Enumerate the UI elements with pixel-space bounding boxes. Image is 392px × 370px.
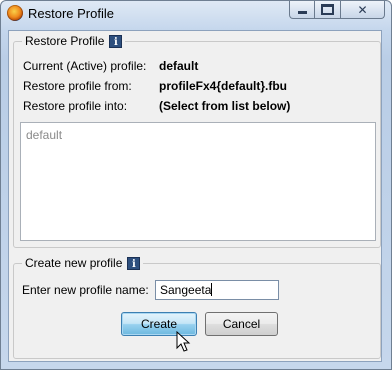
info-icon[interactable]: i: [127, 256, 141, 270]
title-bar[interactable]: Restore Profile ✕: [1, 1, 391, 27]
firefox-icon: [7, 5, 23, 21]
restore-into-label: Restore profile into:: [23, 99, 128, 113]
close-button[interactable]: ✕: [341, 1, 385, 19]
text-caret: [211, 283, 213, 296]
restore-profile-window: Restore Profile ✕ Restore Profile i Curr…: [0, 0, 392, 370]
create-profile-legend: Create new profile i: [22, 256, 144, 270]
profile-listbox[interactable]: default: [20, 122, 376, 241]
window-controls: ✕: [289, 1, 385, 19]
minimize-icon: [297, 11, 307, 14]
new-profile-name-value: Sangeeta: [160, 283, 212, 297]
current-profile-label: Current (Active) profile:: [23, 59, 147, 73]
restore-from-label: Restore profile from:: [23, 79, 132, 93]
restore-profile-legend: Restore Profile i: [22, 34, 126, 48]
minimize-button[interactable]: [289, 1, 315, 19]
new-profile-name-input[interactable]: Sangeeta: [155, 280, 279, 300]
info-icon[interactable]: i: [109, 34, 123, 48]
restore-into-value: (Select from list below): [159, 99, 291, 113]
maximize-button[interactable]: [315, 1, 341, 19]
list-item[interactable]: default: [26, 128, 62, 142]
current-profile-value: default: [159, 59, 199, 73]
restore-profile-group: Restore Profile i Current (Active) profi…: [13, 34, 381, 248]
mouse-cursor-icon: [176, 331, 191, 352]
restore-profile-legend-text: Restore Profile: [25, 34, 105, 48]
restore-from-value: profileFx4{default}.fbu: [159, 79, 288, 93]
cancel-button[interactable]: Cancel: [205, 312, 278, 336]
dialog-client-area: Restore Profile i Current (Active) profi…: [8, 30, 382, 362]
maximize-icon: [321, 4, 334, 15]
create-profile-legend-text: Create new profile: [25, 256, 123, 270]
close-icon: ✕: [357, 2, 368, 17]
create-profile-group: Create new profile i: [13, 256, 381, 359]
window-title: Restore Profile: [28, 6, 114, 21]
